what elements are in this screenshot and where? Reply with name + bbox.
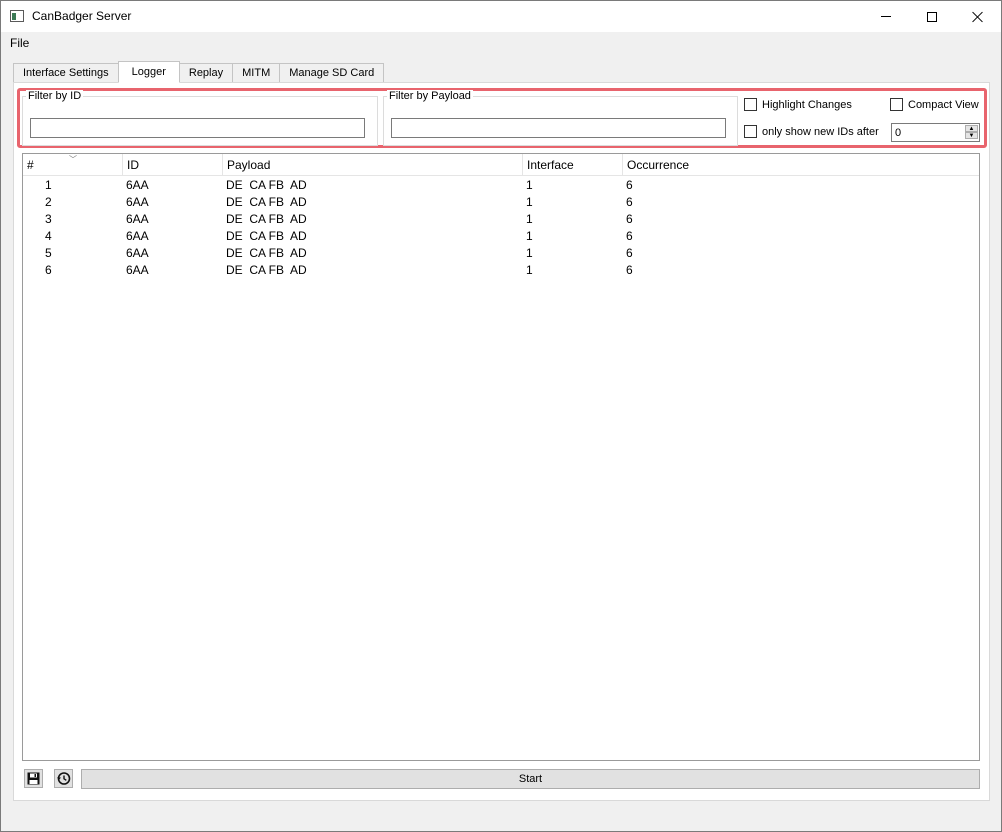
cell-occurrence: 6 — [626, 229, 633, 243]
history-clock-icon — [57, 772, 71, 785]
filter-by-payload-input[interactable] — [391, 118, 726, 138]
cell-payload: DE CA FB AD — [226, 195, 307, 209]
cell-interface: 1 — [526, 212, 533, 226]
checkbox-box[interactable] — [744, 125, 757, 138]
table-row[interactable]: 4 6AA DE CA FB AD 1 6 — [23, 228, 979, 245]
cell-id: 6AA — [126, 229, 149, 243]
spinbox-arrows: ▲ ▼ — [965, 125, 978, 140]
table-row[interactable]: 1 6AA DE CA FB AD 1 6 — [23, 177, 979, 194]
spin-up-icon[interactable]: ▲ — [965, 125, 978, 132]
close-button[interactable] — [955, 1, 1001, 32]
filter-by-id-label: Filter by ID — [26, 90, 84, 102]
filter-by-id-input[interactable] — [30, 118, 365, 138]
filter-by-payload-label: Filter by Payload — [387, 90, 473, 102]
cell-id: 6AA — [126, 195, 149, 209]
table-header: # ﹀ ID Payload Interface Occurrence — [23, 154, 979, 176]
cell-occurrence: 6 — [626, 246, 633, 260]
tab-mitm[interactable]: MITM — [232, 63, 281, 83]
app-window: CanBadger Server File Interface Settings… — [0, 0, 1002, 832]
cell-index: 1 — [45, 178, 52, 192]
only-new-ids-label: only show new IDs after — [762, 125, 879, 138]
logger-pane: Filter by ID Filter by Payload Highlight… — [13, 82, 990, 801]
filter-by-id-group: Filter by ID — [22, 90, 378, 146]
tab-logger[interactable]: Logger — [117, 61, 180, 83]
cell-index: 6 — [45, 263, 52, 277]
menu-bar: File — [1, 32, 1001, 53]
cell-id: 6AA — [126, 212, 149, 226]
table-row[interactable]: 3 6AA DE CA FB AD 1 6 — [23, 211, 979, 228]
log-table[interactable]: # ﹀ ID Payload Interface Occurrence 1 6A… — [22, 153, 980, 761]
tab-interface-settings[interactable]: Interface Settings — [13, 63, 119, 83]
cell-payload: DE CA FB AD — [226, 229, 307, 243]
table-row[interactable]: 6 6AA DE CA FB AD 1 6 — [23, 262, 979, 279]
column-header-interface[interactable]: Interface — [523, 154, 623, 176]
cell-id: 6AA — [126, 246, 149, 260]
filter-by-payload-group: Filter by Payload — [383, 90, 738, 146]
cell-id: 6AA — [126, 263, 149, 277]
cell-index: 2 — [45, 195, 52, 209]
maximize-icon — [927, 11, 937, 22]
cell-payload: DE CA FB AD — [226, 212, 307, 226]
column-header-occurrence[interactable]: Occurrence — [623, 154, 979, 176]
minimize-icon — [881, 16, 891, 17]
cell-index: 3 — [45, 212, 52, 226]
cell-occurrence: 6 — [626, 195, 633, 209]
maximize-button[interactable] — [909, 1, 955, 32]
cell-index: 5 — [45, 246, 52, 260]
cell-occurrence: 6 — [626, 212, 633, 226]
history-button[interactable] — [54, 769, 73, 788]
cell-interface: 1 — [526, 246, 533, 260]
cell-interface: 1 — [526, 195, 533, 209]
menu-file[interactable]: File — [10, 36, 29, 50]
cell-interface: 1 — [526, 263, 533, 277]
cell-interface: 1 — [526, 178, 533, 192]
sort-down-icon: ﹀ — [69, 155, 77, 164]
highlight-changes-checkbox[interactable]: Highlight Changes — [744, 98, 852, 111]
table-row[interactable]: 5 6AA DE CA FB AD 1 6 — [23, 245, 979, 262]
new-ids-spinbox[interactable]: 0 ▲ ▼ — [891, 123, 980, 142]
tab-manage-sd-card[interactable]: Manage SD Card — [279, 63, 385, 83]
column-header-id[interactable]: ID — [123, 154, 223, 176]
cell-index: 4 — [45, 229, 52, 243]
cell-payload: DE CA FB AD — [226, 178, 307, 192]
cell-occurrence: 6 — [626, 178, 633, 192]
tab-replay[interactable]: Replay — [178, 63, 234, 83]
cell-occurrence: 6 — [626, 263, 633, 277]
spinbox-value[interactable]: 0 — [895, 127, 901, 139]
only-new-ids-checkbox[interactable]: only show new IDs after — [744, 125, 879, 138]
minimize-button[interactable] — [863, 1, 909, 32]
compact-view-checkbox[interactable]: Compact View — [890, 98, 979, 111]
highlight-changes-label: Highlight Changes — [762, 98, 852, 111]
window-title: CanBadger Server — [32, 9, 132, 23]
compact-view-label: Compact View — [908, 98, 979, 111]
save-log-button[interactable] — [24, 769, 43, 788]
cell-payload: DE CA FB AD — [226, 246, 307, 260]
column-header-payload[interactable]: Payload — [223, 154, 523, 176]
checkbox-box[interactable] — [890, 98, 903, 111]
app-icon — [10, 10, 24, 22]
tab-bar: Interface Settings Logger Replay MITM Ma… — [13, 61, 385, 83]
close-icon — [972, 11, 984, 23]
cell-interface: 1 — [526, 229, 533, 243]
table-row[interactable]: 2 6AA DE CA FB AD 1 6 — [23, 194, 979, 211]
title-bar[interactable]: CanBadger Server — [1, 1, 1001, 32]
floppy-disk-icon — [27, 772, 40, 785]
cell-id: 6AA — [126, 178, 149, 192]
checkbox-box[interactable] — [744, 98, 757, 111]
start-button[interactable]: Start — [81, 769, 980, 789]
spin-down-icon[interactable]: ▼ — [965, 132, 978, 139]
cell-payload: DE CA FB AD — [226, 263, 307, 277]
